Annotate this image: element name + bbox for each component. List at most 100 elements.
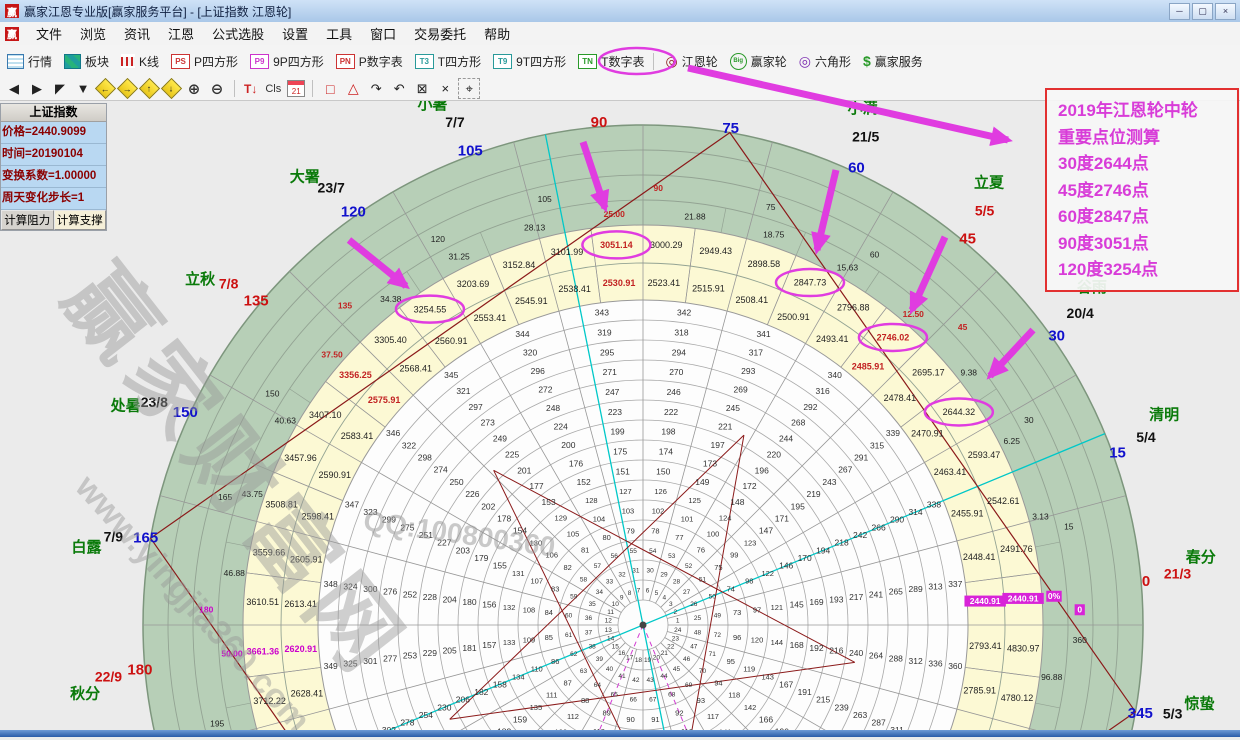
tools-separator-1 xyxy=(234,80,235,97)
svg-text:77: 77 xyxy=(675,533,683,542)
svg-text:322: 322 xyxy=(402,440,416,450)
menu-help[interactable]: 帮助 xyxy=(475,22,519,45)
rotate-cw-button[interactable]: ↷ xyxy=(366,79,386,98)
svg-text:3: 3 xyxy=(669,601,673,608)
svg-text:132: 132 xyxy=(503,603,516,612)
move-up-button[interactable]: ↑ xyxy=(139,78,160,99)
main-toolbar: 行情 板块 K线 PS P四方形 P9 9P四方形 PN P数字表 T3 T四方… xyxy=(0,45,1240,78)
svg-text:5/3: 5/3 xyxy=(1163,706,1183,722)
svg-text:45: 45 xyxy=(673,666,681,673)
maximize-button[interactable]: ▢ xyxy=(1192,3,1213,20)
svg-text:67: 67 xyxy=(649,697,657,704)
svg-text:192: 192 xyxy=(809,643,823,653)
svg-text:206: 206 xyxy=(456,695,470,705)
winner-wheel-button[interactable]: Big 赢家轮 xyxy=(725,48,792,74)
pointer-down-button[interactable]: ▼ xyxy=(73,79,93,98)
menu-trade[interactable]: 交易委托 xyxy=(405,22,475,45)
svg-text:12: 12 xyxy=(605,618,613,625)
svg-text:349: 349 xyxy=(324,661,338,671)
menu-gann[interactable]: 江恩 xyxy=(159,22,203,45)
collapse-button[interactable]: × xyxy=(435,79,455,98)
move-down-button[interactable]: ↓ xyxy=(161,78,182,99)
t-square-button[interactable]: T3 T四方形 xyxy=(410,48,486,74)
pointer-up-button[interactable]: ◤ xyxy=(50,79,70,98)
menu-formula-stockpick[interactable]: 公式选股 xyxy=(203,22,273,45)
svg-text:81: 81 xyxy=(581,545,589,554)
p9-badge-icon: P9 xyxy=(250,54,269,69)
svg-text:254: 254 xyxy=(419,710,433,720)
svg-text:2605.91: 2605.91 xyxy=(290,555,323,565)
annotation-line: 45度2746点 xyxy=(1058,178,1228,205)
menu-browse[interactable]: 浏览 xyxy=(71,22,115,45)
svg-text:24: 24 xyxy=(674,627,682,634)
svg-text:7/9: 7/9 xyxy=(104,528,124,544)
svg-text:325: 325 xyxy=(343,658,357,668)
svg-text:220: 220 xyxy=(767,449,781,459)
menu-tools[interactable]: 工具 xyxy=(317,22,361,45)
svg-text:275: 275 xyxy=(400,522,414,532)
svg-text:62: 62 xyxy=(570,651,578,658)
svg-text:312: 312 xyxy=(909,656,923,666)
zoom-in-button[interactable]: ⊕ xyxy=(184,79,204,98)
move-right-button[interactable]: → xyxy=(117,78,138,99)
svg-text:3101.99: 3101.99 xyxy=(551,247,584,257)
p-square-button[interactable]: PS P四方形 xyxy=(166,48,243,74)
forward-button[interactable]: ▶ xyxy=(27,79,47,98)
calc-resistance-button[interactable]: 计算阻力 xyxy=(1,210,54,230)
svg-text:处暑: 处暑 xyxy=(110,397,141,415)
gann-wheel-label: 江恩轮 xyxy=(682,53,718,70)
square-tool-button[interactable]: □ xyxy=(320,79,340,98)
minimize-button[interactable]: ─ xyxy=(1169,3,1190,20)
svg-text:57: 57 xyxy=(594,563,602,570)
gann-wheel-button[interactable]: ◎ 江恩轮 xyxy=(660,48,722,74)
t9-square-button[interactable]: T9 9T四方形 xyxy=(488,48,571,74)
svg-text:124: 124 xyxy=(719,514,732,523)
menu-news[interactable]: 资讯 xyxy=(115,22,159,45)
svg-text:171: 171 xyxy=(775,513,789,523)
menu-file[interactable]: 文件 xyxy=(27,22,71,45)
menu-window[interactable]: 窗口 xyxy=(361,22,405,45)
close-button[interactable]: × xyxy=(1215,3,1236,20)
box-x-button[interactable]: ⊠ xyxy=(412,79,432,98)
svg-text:150: 150 xyxy=(265,388,279,398)
t-number-table-button[interactable]: TN T数字表 xyxy=(573,48,649,74)
back-button[interactable]: ◀ xyxy=(4,79,24,98)
svg-text:215: 215 xyxy=(816,695,830,705)
down-arrow-icon: ↓ xyxy=(169,84,174,94)
svg-text:248: 248 xyxy=(546,403,560,413)
cls-button[interactable]: Cls xyxy=(262,79,284,98)
calendar-icon[interactable]: 21 xyxy=(287,80,305,97)
svg-text:166: 166 xyxy=(759,714,773,724)
zoom-out-button[interactable]: ⊖ xyxy=(207,79,227,98)
quotes-button[interactable]: 行情 xyxy=(2,48,57,74)
kline-button[interactable]: K线 xyxy=(116,48,164,74)
time-row: 时间=20190104 xyxy=(1,144,106,166)
svg-text:50: 50 xyxy=(709,594,717,601)
svg-text:2785.91: 2785.91 xyxy=(963,686,996,696)
svg-text:47: 47 xyxy=(690,643,698,650)
move-left-button[interactable]: ← xyxy=(95,78,116,99)
p9-square-button[interactable]: P9 9P四方形 xyxy=(245,48,329,74)
p-number-table-button[interactable]: PN P数字表 xyxy=(331,48,408,74)
svg-text:100: 100 xyxy=(707,529,720,538)
selector-tool-button[interactable]: ⌖ xyxy=(458,78,480,99)
svg-text:76: 76 xyxy=(697,545,705,554)
triangle-tool-button[interactable]: △ xyxy=(343,79,363,98)
winner-service-button[interactable]: $ 赢家服务 xyxy=(858,48,928,74)
svg-text:2: 2 xyxy=(674,609,678,616)
sectors-button[interactable]: 板块 xyxy=(59,48,114,74)
annotation-line: 重要点位测算 xyxy=(1058,125,1228,152)
svg-text:70: 70 xyxy=(699,668,707,675)
svg-text:271: 271 xyxy=(603,367,617,377)
price-row: 价格=2440.9099 xyxy=(1,122,106,144)
t-down-button[interactable]: T↓ xyxy=(242,79,259,98)
svg-text:30: 30 xyxy=(1024,415,1034,425)
svg-text:2515.91: 2515.91 xyxy=(692,283,725,293)
hexagon-button[interactable]: ◎ 六角形 xyxy=(794,48,856,74)
menu-settings[interactable]: 设置 xyxy=(273,22,317,45)
rotate-ccw-button[interactable]: ↶ xyxy=(389,79,409,98)
instrument-info-panel: 上证指数 价格=2440.9099 时间=20190104 变换系数=1.000… xyxy=(0,103,107,231)
svg-text:360: 360 xyxy=(948,661,962,671)
svg-text:38: 38 xyxy=(589,643,597,650)
calc-support-button[interactable]: 计算支撑 xyxy=(54,210,107,230)
